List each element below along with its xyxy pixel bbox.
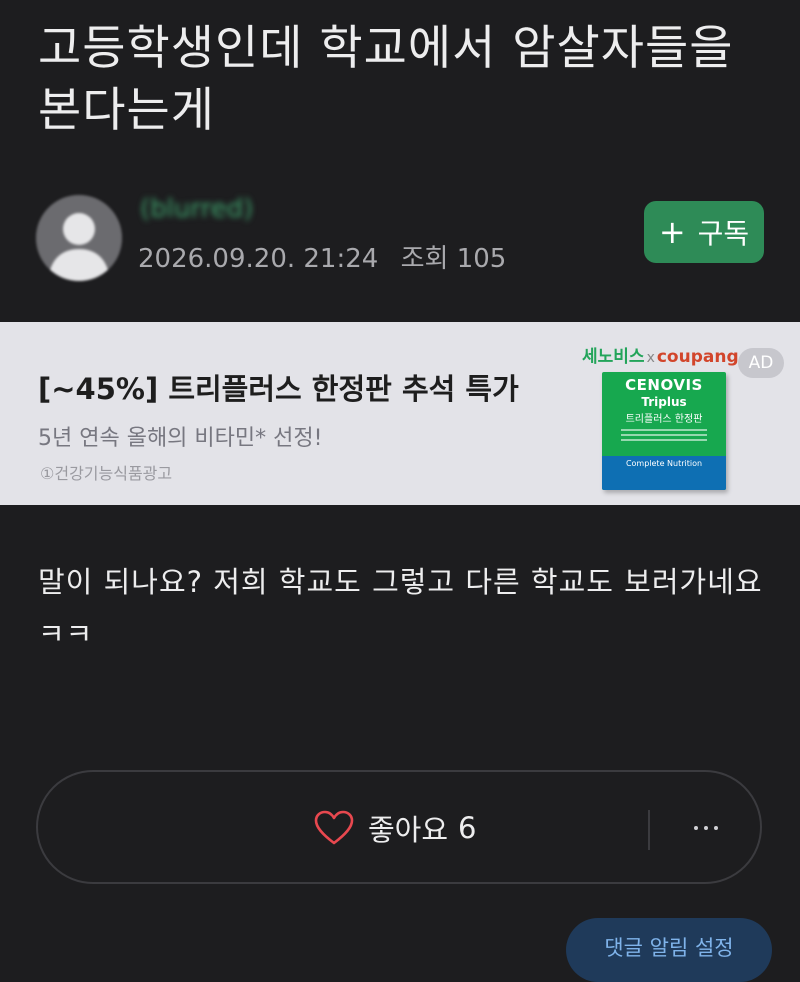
product-name-kr: 트리플러스 한정판 [625,414,703,425]
like-label: 좋아요 [368,813,449,847]
ad-badge: AD [738,348,784,378]
comment-alert-button[interactable]: 댓글 알림 설정 [566,918,772,982]
divider [648,810,650,850]
like-count: 6 [458,811,477,845]
ad-subtext: 5년 연속 올해의 비타민* 선정! [38,426,323,451]
default-user-avatar-icon [36,195,122,281]
author-row: (blurred) 2026.09.20. 21:24 조회 105 + 구독 [0,190,800,290]
ad-brand-left: 세노비스 [582,347,645,367]
ad-product-image: CENOVIS Triplus 트리플러스 한정판 Complete Nutri… [602,372,726,490]
post-meta: 2026.09.20. 21:24 조회 105 [138,238,506,275]
subscribe-label: 구독 [697,217,750,250]
author-name[interactable]: (blurred) [140,194,253,224]
more-horizontal-icon[interactable] [684,806,728,850]
plus-icon: + [658,213,686,251]
ad-brand-right: coupang [656,347,739,367]
ad-disclaimer: ①건강기능식품광고 [40,464,173,483]
ad-brand-logo: 세노비스 x coupang [582,342,739,367]
product-name: Triplus [641,395,687,409]
author-avatar[interactable] [36,195,122,281]
ad-headline: [~45%] 트리플러스 한정판 추석 특가 [38,372,519,406]
product-text-lines [621,429,707,441]
ad-banner[interactable]: [~45%] 트리플러스 한정판 추석 특가 5년 연속 올해의 비타민* 선정… [0,322,800,505]
post-date: 2026.09.20. 21:24 [138,244,379,274]
action-bar: 좋아요 6 [36,770,762,884]
product-brand: CENOVIS [625,376,703,394]
post-body: 말이 되나요? 저희 학교도 그렇고 다른 학교도 보러가네요 ㅋㅋ [38,565,763,651]
ad-brand-x: x [646,350,655,366]
product-footer: Complete Nutrition [602,456,726,490]
like-button[interactable]: 좋아요 6 [314,806,477,850]
subscribe-button[interactable]: + 구독 [644,201,764,263]
heart-outline-icon [314,810,354,845]
views-label: 조회 [400,244,449,274]
views-count: 105 [456,244,507,274]
post-title: 고등학생인데 학교에서 암살자들을 본다는게 [38,21,734,138]
product-footer-text: Complete Nutrition [625,459,703,468]
